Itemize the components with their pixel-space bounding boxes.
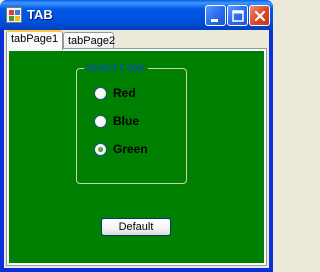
minimize-icon [211,19,218,22]
app-icon[interactable] [6,7,22,23]
minimize-button[interactable] [205,5,226,26]
window-client-area: tabPage1 tabPage2 Select Color Red Blue [4,30,269,268]
tab-panel: Select Color Red Blue Green Default [6,48,267,266]
maximize-icon [232,10,244,22]
close-icon [254,10,266,22]
maximize-button[interactable] [227,5,248,26]
window-title: TAB [27,7,53,22]
title-bar[interactable]: TAB [0,0,273,30]
groupbox-title: Select Color [84,61,148,75]
radio-circle-icon [94,143,107,156]
tab-page1[interactable]: tabPage1 [6,30,63,50]
tab-label: tabPage2 [68,35,116,47]
radio-circle-icon [94,87,107,100]
tab-label: tabPage1 [11,33,59,45]
close-button[interactable] [249,5,270,26]
radio-circle-icon [94,115,107,128]
app-window: TAB tabPage1 tabPage2 Select Color Red B… [0,0,273,272]
radio-label-blue: Blue [113,114,140,128]
radio-selected-dot-icon [98,147,103,152]
default-button[interactable]: Default [101,218,171,236]
radio-label-red: Red [113,86,136,100]
tab-page1-content: Select Color Red Blue Green Default [9,51,264,263]
select-color-groupbox: Select Color Red Blue Green [76,61,187,184]
radio-label-green: Green [113,142,148,156]
